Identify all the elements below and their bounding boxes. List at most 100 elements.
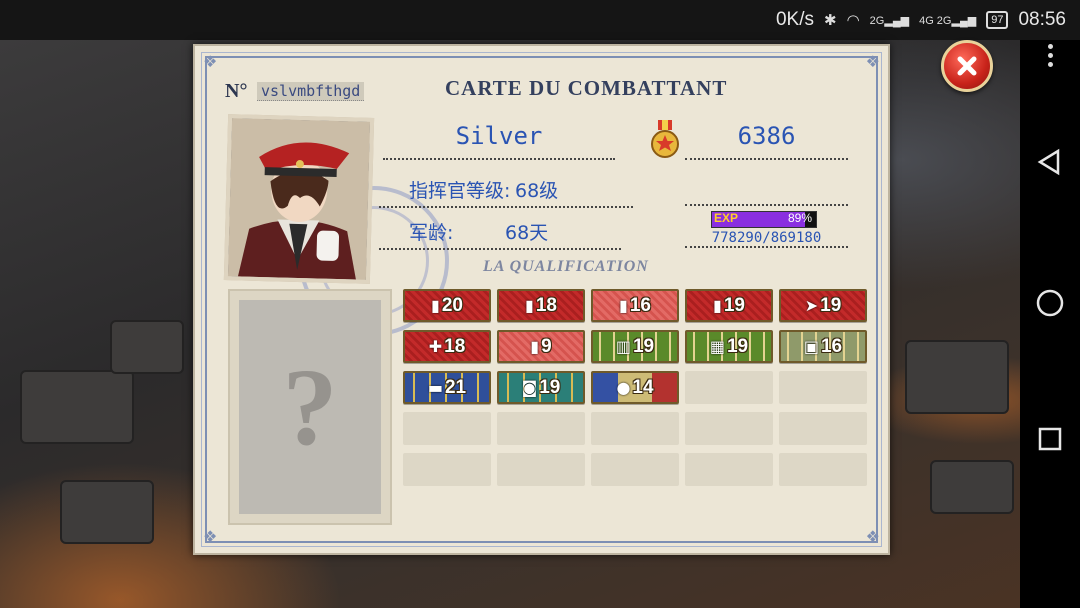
score-value: 6386 <box>685 122 848 160</box>
qualification-badge[interactable]: ▬ 21 <box>403 371 491 404</box>
commander-level-label: 指挥官等级: <box>409 180 511 202</box>
empty-badge-slot <box>591 412 679 445</box>
qualification-badge[interactable]: ● 14 <box>591 371 679 404</box>
home-button[interactable] <box>1020 288 1080 328</box>
back-triangle-icon <box>1037 148 1060 176</box>
recents-square-icon <box>1038 427 1062 451</box>
badge-level: 9 <box>541 335 552 357</box>
empty-badge-slot <box>685 412 773 445</box>
tank-icon: ▬ <box>427 378 443 397</box>
badge-level: 18 <box>535 294 557 316</box>
serial-label: N° <box>225 80 248 102</box>
battery-icon: 97 <box>986 11 1009 29</box>
qualification-badge[interactable]: ▮ 16 <box>591 289 679 322</box>
net-speed: 0K/s <box>775 9 814 30</box>
avatar[interactable] <box>223 114 375 284</box>
exp-percent: 89% <box>787 211 812 225</box>
service-age-label: 军龄: <box>409 222 454 244</box>
nav-bar <box>1020 40 1080 608</box>
lightbulb-icon: ● <box>616 378 631 397</box>
close-button[interactable] <box>941 40 993 92</box>
signal-icon: 2G▂▄▆ <box>869 14 910 27</box>
qualification-badge[interactable]: ➤ 19 <box>779 289 867 322</box>
rubble <box>930 460 1014 514</box>
status-bar: 0K/s ✱ ◠ 2G▂▄▆ 4G 2G▂▄▆ 97 08:56 <box>0 0 1080 40</box>
badge-level: 19 <box>726 335 749 357</box>
overflow-menu-icon <box>1020 44 1080 67</box>
qualification-badge[interactable]: ▮ 9 <box>497 330 585 363</box>
question-mark-icon: ? <box>282 345 338 468</box>
wifi-icon: ◠ <box>846 12 860 29</box>
qualification-badge[interactable]: ▮ 19 <box>685 289 773 322</box>
close-icon <box>957 56 977 76</box>
clock: 08:56 <box>1018 9 1066 30</box>
qualification-badge[interactable]: ▦ 19 <box>685 330 773 363</box>
qualification-badge[interactable]: ▣ 16 <box>779 330 867 363</box>
rifle-round-icon: ▮ <box>713 296 722 315</box>
home-circle-icon <box>1036 289 1064 317</box>
empty-badge-slot <box>403 453 491 486</box>
status-bar-right: 0K/s ✱ ◠ 2G▂▄▆ 4G 2G▂▄▆ 97 08:56 <box>776 0 1066 40</box>
qualification-badge[interactable]: ▥ 19 <box>591 330 679 363</box>
empty-badge-slot <box>779 453 867 486</box>
corner-ornament-icon: ❖ <box>203 527 218 546</box>
back-button[interactable] <box>1020 148 1080 188</box>
unknown-slot-inner: ? <box>239 300 381 514</box>
overflow-menu-button[interactable] <box>1020 40 1080 100</box>
empty-badge-slot <box>497 412 585 445</box>
unknown-slot[interactable]: ? <box>228 289 392 525</box>
empty-badge-slot <box>779 371 867 404</box>
player-name: Silver <box>383 122 615 160</box>
window-icon: ▦ <box>709 337 725 356</box>
empty-badge-slot <box>685 371 773 404</box>
badge-level: 19 <box>723 294 745 316</box>
corner-ornament-icon: ❖ <box>203 52 218 71</box>
corner-ornament-icon: ❖ <box>865 527 880 546</box>
badge-level: 16 <box>629 294 651 316</box>
battery-icon: ▮ <box>530 337 540 356</box>
empty-badge-slot <box>591 453 679 486</box>
crate-icon: ▣ <box>803 337 819 356</box>
combatant-card: ❖ ❖ ❖ ❖ N° vslvmbfthgd CARTE DU COMBATTA… <box>193 44 890 555</box>
qualification-badge[interactable]: ◙ 19 <box>497 371 585 404</box>
empty-badge-slot <box>403 412 491 445</box>
badge-level: 18 <box>444 335 466 357</box>
rubble <box>60 480 154 544</box>
serial-number: vslvmbfthgd <box>257 82 365 101</box>
radio-icon: ◙ <box>521 378 538 397</box>
badge-level: 19 <box>632 335 655 357</box>
exp-label: EXP <box>714 211 739 225</box>
empty-badge-slot <box>685 453 773 486</box>
service-age-value: 68天 <box>505 222 549 244</box>
rocket-icon: ➤ <box>804 296 819 315</box>
qualification-badge[interactable]: ▮ 18 <box>497 289 585 322</box>
door-icon: ▥ <box>615 337 631 356</box>
rubble <box>110 320 184 374</box>
empty-badge-slot <box>497 453 585 486</box>
badge-level: 19 <box>820 294 842 316</box>
syringe-icon: ✚ <box>428 337 443 356</box>
corner-ornament-icon: ❖ <box>865 52 880 71</box>
medal-icon <box>651 120 679 158</box>
qualification-badge[interactable]: ▮ 20 <box>403 289 491 322</box>
commander-level-value: 68级 <box>515 180 559 202</box>
bullet-icon: ▮ <box>431 296 440 315</box>
exp-bar: EXP 89% <box>711 211 817 228</box>
empty-badge-slot <box>779 412 867 445</box>
bluetooth-icon: ✱ <box>824 12 837 29</box>
section-title: LA QUALIFICATION <box>483 258 649 275</box>
badge-level: 21 <box>444 376 467 398</box>
badge-level: 16 <box>820 335 843 357</box>
badge-level: 14 <box>632 376 654 398</box>
divider <box>685 204 848 206</box>
rubble <box>905 340 1009 414</box>
card-title: CARTE DU COMBATTANT <box>445 76 728 100</box>
qualification-badge[interactable]: ✚ 18 <box>403 330 491 363</box>
exp-numbers: 778290/869180 <box>685 230 848 248</box>
divider <box>379 248 621 250</box>
badge-level: 20 <box>441 294 463 316</box>
signal-icon-2: 4G 2G▂▄▆ <box>919 14 977 27</box>
recents-button[interactable] <box>1020 425 1080 465</box>
commander-portrait <box>227 118 371 280</box>
cannon-shell-icon: ▮ <box>619 296 628 315</box>
